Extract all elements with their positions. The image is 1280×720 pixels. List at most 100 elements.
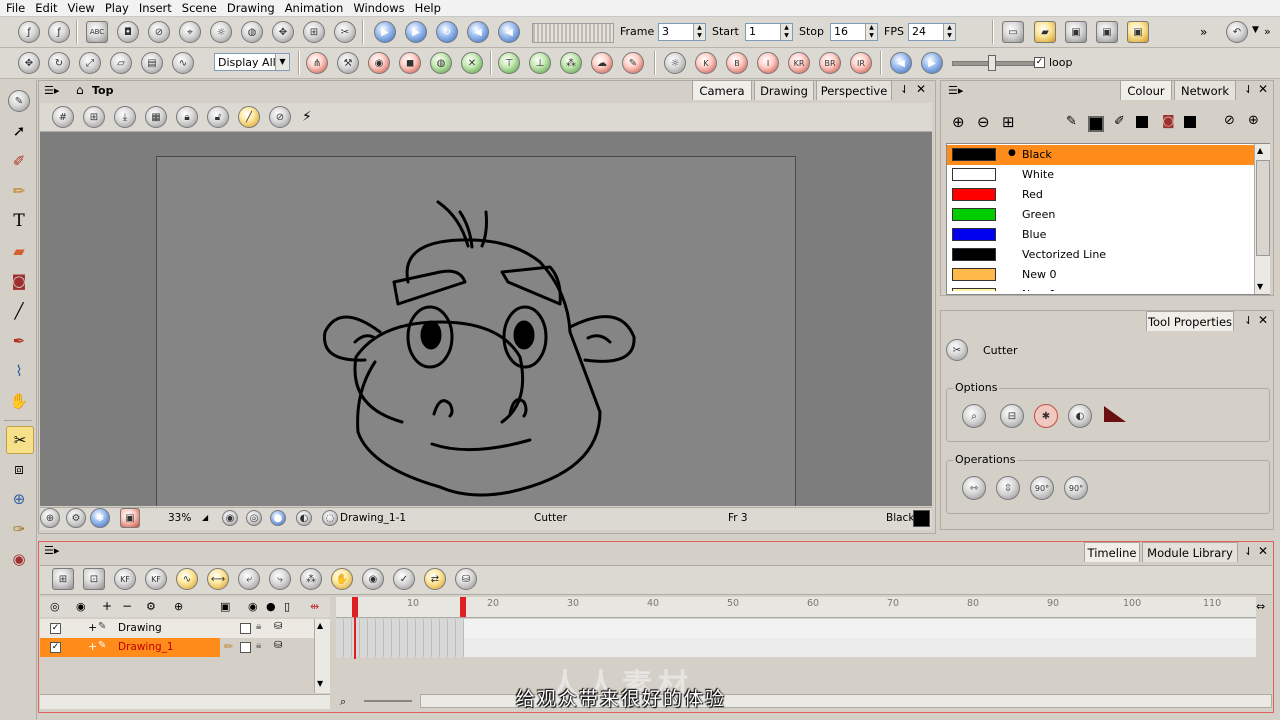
use-mouse-gesture-icon[interactable]: ◐ (1068, 404, 1092, 428)
align-center-icon[interactable]: ⊥ (529, 52, 551, 74)
lock-icon[interactable]: 🔒︎ (256, 621, 261, 632)
undo-dropdown-icon[interactable]: ▼ (1252, 25, 1259, 35)
playback-speed-slider[interactable] (532, 23, 614, 43)
flip-horizontal-icon[interactable]: ⇿ (962, 476, 986, 500)
light-bulb-icon[interactable]: ☼ (210, 21, 232, 43)
play-icon[interactable]: ▶ (374, 21, 396, 43)
gear-icon[interactable]: ⚙ (66, 508, 86, 528)
distribute-icon[interactable]: ⁂ (560, 52, 582, 74)
monkey-drawing[interactable] (40, 132, 932, 506)
colour-list-scrollbar[interactable]: ▲ ▼ (1254, 144, 1270, 294)
lasso-icon[interactable]: ⌕ (962, 404, 986, 428)
layer-visible-checkbox[interactable]: ✓ (50, 642, 61, 653)
onion-skin-icon[interactable]: ◍ (241, 21, 263, 43)
colour-swatch-row[interactable]: ● Black (948, 145, 1254, 165)
eye-icon[interactable]: ◎ (50, 600, 60, 613)
layer-name[interactable]: Drawing_1 (118, 641, 174, 653)
stop-marker[interactable] (460, 597, 466, 617)
colour-swatch-row[interactable]: Vectorized Line (948, 245, 1254, 265)
loop-icon[interactable]: ↻ (436, 21, 458, 43)
menu-insert[interactable]: Insert (135, 0, 176, 15)
add-colour-icon[interactable]: ⊕ (952, 113, 965, 131)
lock-layer-icon[interactable]: ● (266, 600, 276, 613)
colour-panel-pin-icon[interactable]: ⇃ (1244, 83, 1253, 96)
start-field[interactable]: 1 ▲ ▼ (745, 23, 793, 41)
zoom-slider-handle[interactable] (988, 55, 996, 71)
timeline-menu-icon[interactable]: ☰▸ (44, 544, 59, 557)
render-icon[interactable]: ✱ (90, 508, 110, 528)
colour-swatch[interactable] (952, 268, 996, 281)
lock-icon[interactable]: 🔒︎ (256, 640, 261, 651)
frame-ruler[interactable] (336, 597, 1256, 618)
brush-stroke-icon[interactable]: ✎ (622, 52, 644, 74)
center-icon[interactable]: ⊕ (40, 508, 60, 528)
zoom-dropdown-icon[interactable]: ◢ (202, 513, 208, 522)
function-icon[interactable]: ƒ (48, 21, 70, 43)
display-select[interactable]: Display All ▼ (214, 53, 290, 71)
parent-icon[interactable]: ⊕ (174, 600, 183, 613)
layer-enable-checkbox[interactable] (240, 642, 251, 653)
undo-icon[interactable]: ↶ (1226, 21, 1248, 43)
tab-tool-properties[interactable]: Tool Properties (1146, 311, 1234, 331)
close-icon[interactable]: ✕ (916, 82, 926, 96)
set-ease-icon[interactable]: ⁂ (300, 568, 322, 590)
ruler-expand-icon[interactable]: ⇔ (1256, 600, 1265, 613)
breakdown-reference-icon[interactable]: BR (819, 52, 841, 74)
paint-pot-icon[interactable]: ◙ (1162, 114, 1175, 129)
new-scene-icon[interactable]: ▭ (1002, 21, 1024, 43)
safe-area-icon[interactable]: ◉ (222, 510, 238, 526)
move-pivot-icon[interactable]: ✥ (272, 21, 294, 43)
mute-icon[interactable]: ◀ (498, 21, 520, 43)
frame-track-drawing[interactable] (336, 619, 1256, 638)
save-selection-icon[interactable]: ⛁ (455, 568, 477, 590)
record-icon[interactable]: ◼ (399, 52, 421, 74)
layer-visible-checkbox[interactable]: ✓ (50, 623, 61, 634)
scale-icon[interactable]: ⤢ (79, 52, 101, 74)
layer-name[interactable]: Drawing (118, 622, 162, 634)
close-icon[interactable]: ✕ (1258, 313, 1268, 327)
breakdown-icon[interactable]: B (726, 52, 748, 74)
field-guide-icon[interactable]: ⊞ (83, 106, 105, 128)
hand-tool-icon[interactable]: ✋ (6, 388, 32, 414)
text-abc-icon[interactable]: ABC (86, 21, 108, 43)
camera-viewport[interactable] (40, 132, 932, 506)
menu-help[interactable]: Help (411, 0, 445, 15)
tab-colour[interactable]: Colour (1120, 80, 1172, 100)
key-reference-icon[interactable]: KR (788, 52, 810, 74)
menu-file[interactable]: File (2, 0, 29, 15)
unlock-icon[interactable]: 🔓︎ (207, 106, 229, 128)
reset-view-icon[interactable]: ⊘ (269, 106, 291, 128)
breadcrumb[interactable]: Top (92, 84, 113, 97)
sound-icon[interactable]: ◀ (467, 21, 489, 43)
layer-row-drawing-1[interactable]: ✓ + ✎ Drawing_1 ✏ 🔒︎ ⛁ (40, 638, 330, 657)
align-top-icon[interactable]: ⊤ (498, 52, 520, 74)
frame-spin-arrows[interactable]: ▲ ▼ (693, 24, 705, 40)
scroll-down-icon[interactable]: ▼ (1257, 282, 1263, 291)
contour-editor-icon[interactable]: ⌇ (6, 358, 32, 384)
gesture-cut-icon[interactable]: ✱ (1034, 404, 1058, 428)
onion-prev-icon[interactable]: ◍ (430, 52, 452, 74)
add-texture-icon[interactable]: ⊞ (1002, 113, 1015, 131)
zoom-level[interactable]: 33% (168, 512, 191, 524)
pencil-tool-icon[interactable]: ✏ (6, 178, 32, 204)
timeline-zoom-slider[interactable] (364, 700, 412, 702)
menu-view[interactable]: View (64, 0, 99, 15)
flip-vertical-icon[interactable]: ⇳ (996, 476, 1020, 500)
panel-pin-icon[interactable]: ⇃ (900, 83, 909, 96)
drawing-indicator-icon[interactable]: ◌ (322, 510, 338, 526)
frame-track-drawing-1[interactable] (336, 638, 1256, 657)
save-all-icon[interactable]: ▣ (1096, 21, 1118, 43)
tab-perspective[interactable]: Perspective (816, 80, 892, 100)
colour-swatch[interactable] (952, 228, 996, 241)
ink-tool-icon[interactable]: ✑ (6, 516, 32, 542)
sync-icon[interactable]: ⊕ (1248, 113, 1259, 128)
layer-stack-icon[interactable]: ⛁ (274, 621, 282, 632)
frame-field[interactable]: 3 ▲ ▼ (658, 23, 706, 41)
menu-windows[interactable]: Windows (349, 0, 408, 15)
check-icon[interactable]: ✓ (393, 568, 415, 590)
select-tool-icon[interactable]: ➚ (6, 118, 32, 144)
tab-drawing[interactable]: Drawing (754, 80, 814, 100)
loop-checkbox[interactable]: ✓ (1034, 57, 1045, 68)
toolbar-overflow-icon[interactable]: » (1200, 25, 1207, 39)
onion-toggle-icon[interactable]: ◎ (246, 510, 262, 526)
